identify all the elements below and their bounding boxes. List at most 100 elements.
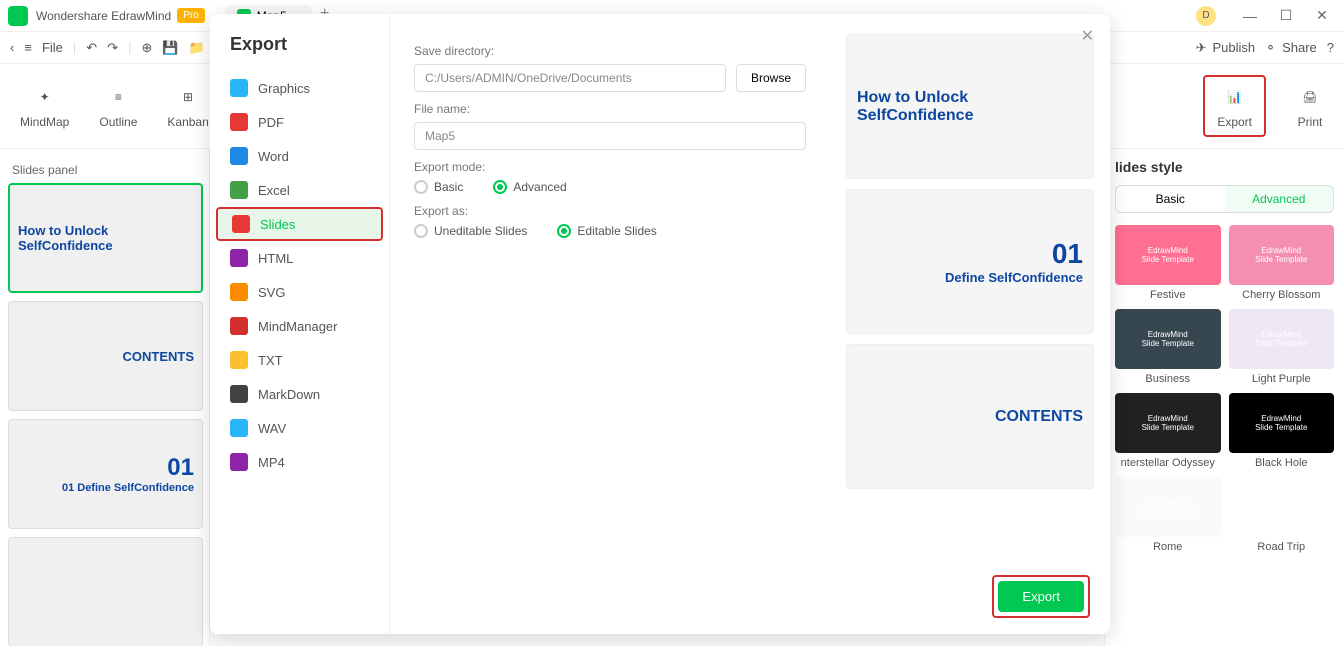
export-ribbon-button[interactable]: 📊Export	[1203, 75, 1266, 137]
style-mode-toggle: Basic Advanced	[1115, 185, 1334, 213]
export-format-sidebar: Export GraphicsPDFWordExcelSlidesHTMLSVG…	[210, 14, 390, 634]
slides-style-panel: lides style Basic Advanced EdrawMindSlid…	[1104, 149, 1344, 646]
browse-button[interactable]: Browse	[736, 64, 806, 92]
minimize-button[interactable]: —	[1236, 6, 1264, 26]
style-thumb-icon: EdrawMindSlide Template	[1229, 393, 1335, 453]
mode-basic-radio[interactable]: Basic	[414, 180, 463, 194]
outline-icon: ≡	[104, 83, 132, 111]
export-format-pdf[interactable]: PDF	[210, 105, 389, 139]
preview-slide-3[interactable]: CONTENTS	[846, 344, 1094, 489]
preview-slide-1[interactable]: How to Unlock SelfConfidence	[846, 34, 1094, 179]
style-basic-tab[interactable]: Basic	[1116, 186, 1225, 212]
slides-panel-title: Slides panel	[8, 157, 201, 183]
export-format-excel[interactable]: Excel	[210, 173, 389, 207]
export-format-txt[interactable]: TXT	[210, 343, 389, 377]
slide-thumb-1[interactable]: How to Unlock SelfConfidence	[8, 183, 203, 293]
slide-thumb-2[interactable]: CONTENTS	[8, 301, 203, 411]
style-black-hole[interactable]: EdrawMindSlide TemplateBlack Hole	[1229, 393, 1335, 469]
style-advanced-tab[interactable]: Advanced	[1225, 186, 1334, 212]
user-avatar[interactable]: D	[1196, 6, 1216, 26]
style-thumb-icon: EdrawMindSlide Template	[1229, 225, 1335, 285]
style-road-trip[interactable]: EdrawMindSlide TemplateRoad Trip	[1229, 477, 1335, 553]
new-icon[interactable]: ⊕	[141, 40, 152, 56]
share-button[interactable]: ⚬Share	[1265, 40, 1317, 56]
export-ppt-icon: 📊	[1221, 83, 1249, 111]
format-icon	[230, 283, 248, 301]
print-button[interactable]: 🖨Print	[1296, 83, 1324, 129]
redo-button[interactable]: ↷	[107, 40, 118, 56]
app-logo-icon	[8, 6, 28, 26]
outline-view-button[interactable]: ≡Outline	[99, 83, 137, 129]
style-business[interactable]: EdrawMindSlide TemplateBusiness	[1115, 309, 1221, 385]
undo-button[interactable]: ↶	[86, 40, 97, 56]
export-format-graphics[interactable]: Graphics	[210, 71, 389, 105]
uneditable-radio[interactable]: Uneditable Slides	[414, 224, 527, 238]
export-format-word[interactable]: Word	[210, 139, 389, 173]
close-modal-button[interactable]: ✕	[1081, 26, 1094, 46]
close-button[interactable]: ✕	[1308, 6, 1336, 26]
slide-thumb-4[interactable]	[8, 537, 203, 646]
help-icon[interactable]: ?	[1327, 40, 1334, 55]
window-controls: D — ☐ ✕	[1196, 6, 1336, 26]
radio-icon	[414, 180, 428, 194]
style-cherry-blossom[interactable]: EdrawMindSlide TemplateCherry Blossom	[1229, 225, 1335, 301]
mindmap-view-button[interactable]: ✦MindMap	[20, 83, 69, 129]
format-icon	[230, 113, 248, 131]
export-options-panel: Save directory: Browse File name: Export…	[390, 14, 830, 634]
export-mode-label: Export mode:	[414, 160, 806, 174]
export-modal-title: Export	[210, 34, 389, 71]
preview-slide-2[interactable]: 01Define SelfConfidence	[846, 189, 1094, 334]
folder-icon[interactable]: 📁	[189, 40, 205, 56]
export-confirm-button[interactable]: Export	[998, 581, 1084, 612]
export-format-mindmanager[interactable]: MindManager	[210, 309, 389, 343]
format-icon	[230, 249, 248, 267]
file-menu[interactable]: File	[42, 40, 63, 55]
slides-style-title: lides style	[1115, 159, 1334, 175]
back-button[interactable]: ‹	[10, 40, 14, 55]
style-nterstellar-odyssey[interactable]: EdrawMindSlide Templatenterstellar Odyss…	[1115, 393, 1221, 469]
format-icon	[230, 351, 248, 369]
export-preview-panel: How to Unlock SelfConfidence 01Define Se…	[830, 14, 1110, 634]
export-format-svg[interactable]: SVG	[210, 275, 389, 309]
mindmap-icon: ✦	[31, 83, 59, 111]
format-icon	[232, 215, 250, 233]
save-icon[interactable]: 💾	[162, 40, 178, 56]
export-format-slides[interactable]: Slides	[216, 207, 383, 241]
export-as-label: Export as:	[414, 204, 806, 218]
app-name: Wondershare EdrawMind	[36, 9, 171, 23]
format-icon	[230, 385, 248, 403]
slides-panel: Slides panel How to Unlock SelfConfidenc…	[0, 149, 210, 646]
style-thumb-icon: EdrawMindSlide Template	[1115, 393, 1221, 453]
format-icon	[230, 181, 248, 199]
slide-thumb-3[interactable]: 0101 Define SelfConfidence	[8, 419, 203, 529]
file-name-input[interactable]	[414, 122, 806, 150]
style-rome[interactable]: EdrawMindSlide TemplateRome	[1115, 477, 1221, 553]
kanban-icon: ⊞	[174, 83, 202, 111]
editable-radio[interactable]: Editable Slides	[557, 224, 656, 238]
style-thumb-icon: EdrawMindSlide Template	[1115, 477, 1221, 537]
save-dir-input[interactable]	[414, 64, 726, 92]
radio-checked-icon	[557, 224, 571, 238]
publish-icon: ✈	[1196, 40, 1207, 56]
style-light-purple[interactable]: EdrawMindSlide TemplateLight Purple	[1229, 309, 1335, 385]
style-festive[interactable]: EdrawMindSlide TemplateFestive	[1115, 225, 1221, 301]
format-icon	[230, 419, 248, 437]
style-thumb-icon: EdrawMindSlide Template	[1229, 309, 1335, 369]
export-format-html[interactable]: HTML	[210, 241, 389, 275]
format-icon	[230, 453, 248, 471]
radio-icon	[414, 224, 428, 238]
kanban-view-button[interactable]: ⊞Kanban	[167, 83, 208, 129]
mode-advanced-radio[interactable]: Advanced	[493, 180, 566, 194]
print-icon: 🖨	[1296, 83, 1324, 111]
save-dir-label: Save directory:	[414, 44, 806, 58]
style-grid: EdrawMindSlide TemplateFestiveEdrawMindS…	[1115, 225, 1334, 553]
maximize-button[interactable]: ☐	[1272, 6, 1300, 26]
publish-button[interactable]: ✈Publish	[1196, 40, 1256, 56]
menu-icon[interactable]: ≡	[24, 40, 32, 55]
export-format-mp4[interactable]: MP4	[210, 445, 389, 479]
radio-checked-icon	[493, 180, 507, 194]
style-thumb-icon: EdrawMindSlide Template	[1115, 309, 1221, 369]
export-format-markdown[interactable]: MarkDown	[210, 377, 389, 411]
style-thumb-icon: EdrawMindSlide Template	[1229, 477, 1335, 537]
export-format-wav[interactable]: WAV	[210, 411, 389, 445]
